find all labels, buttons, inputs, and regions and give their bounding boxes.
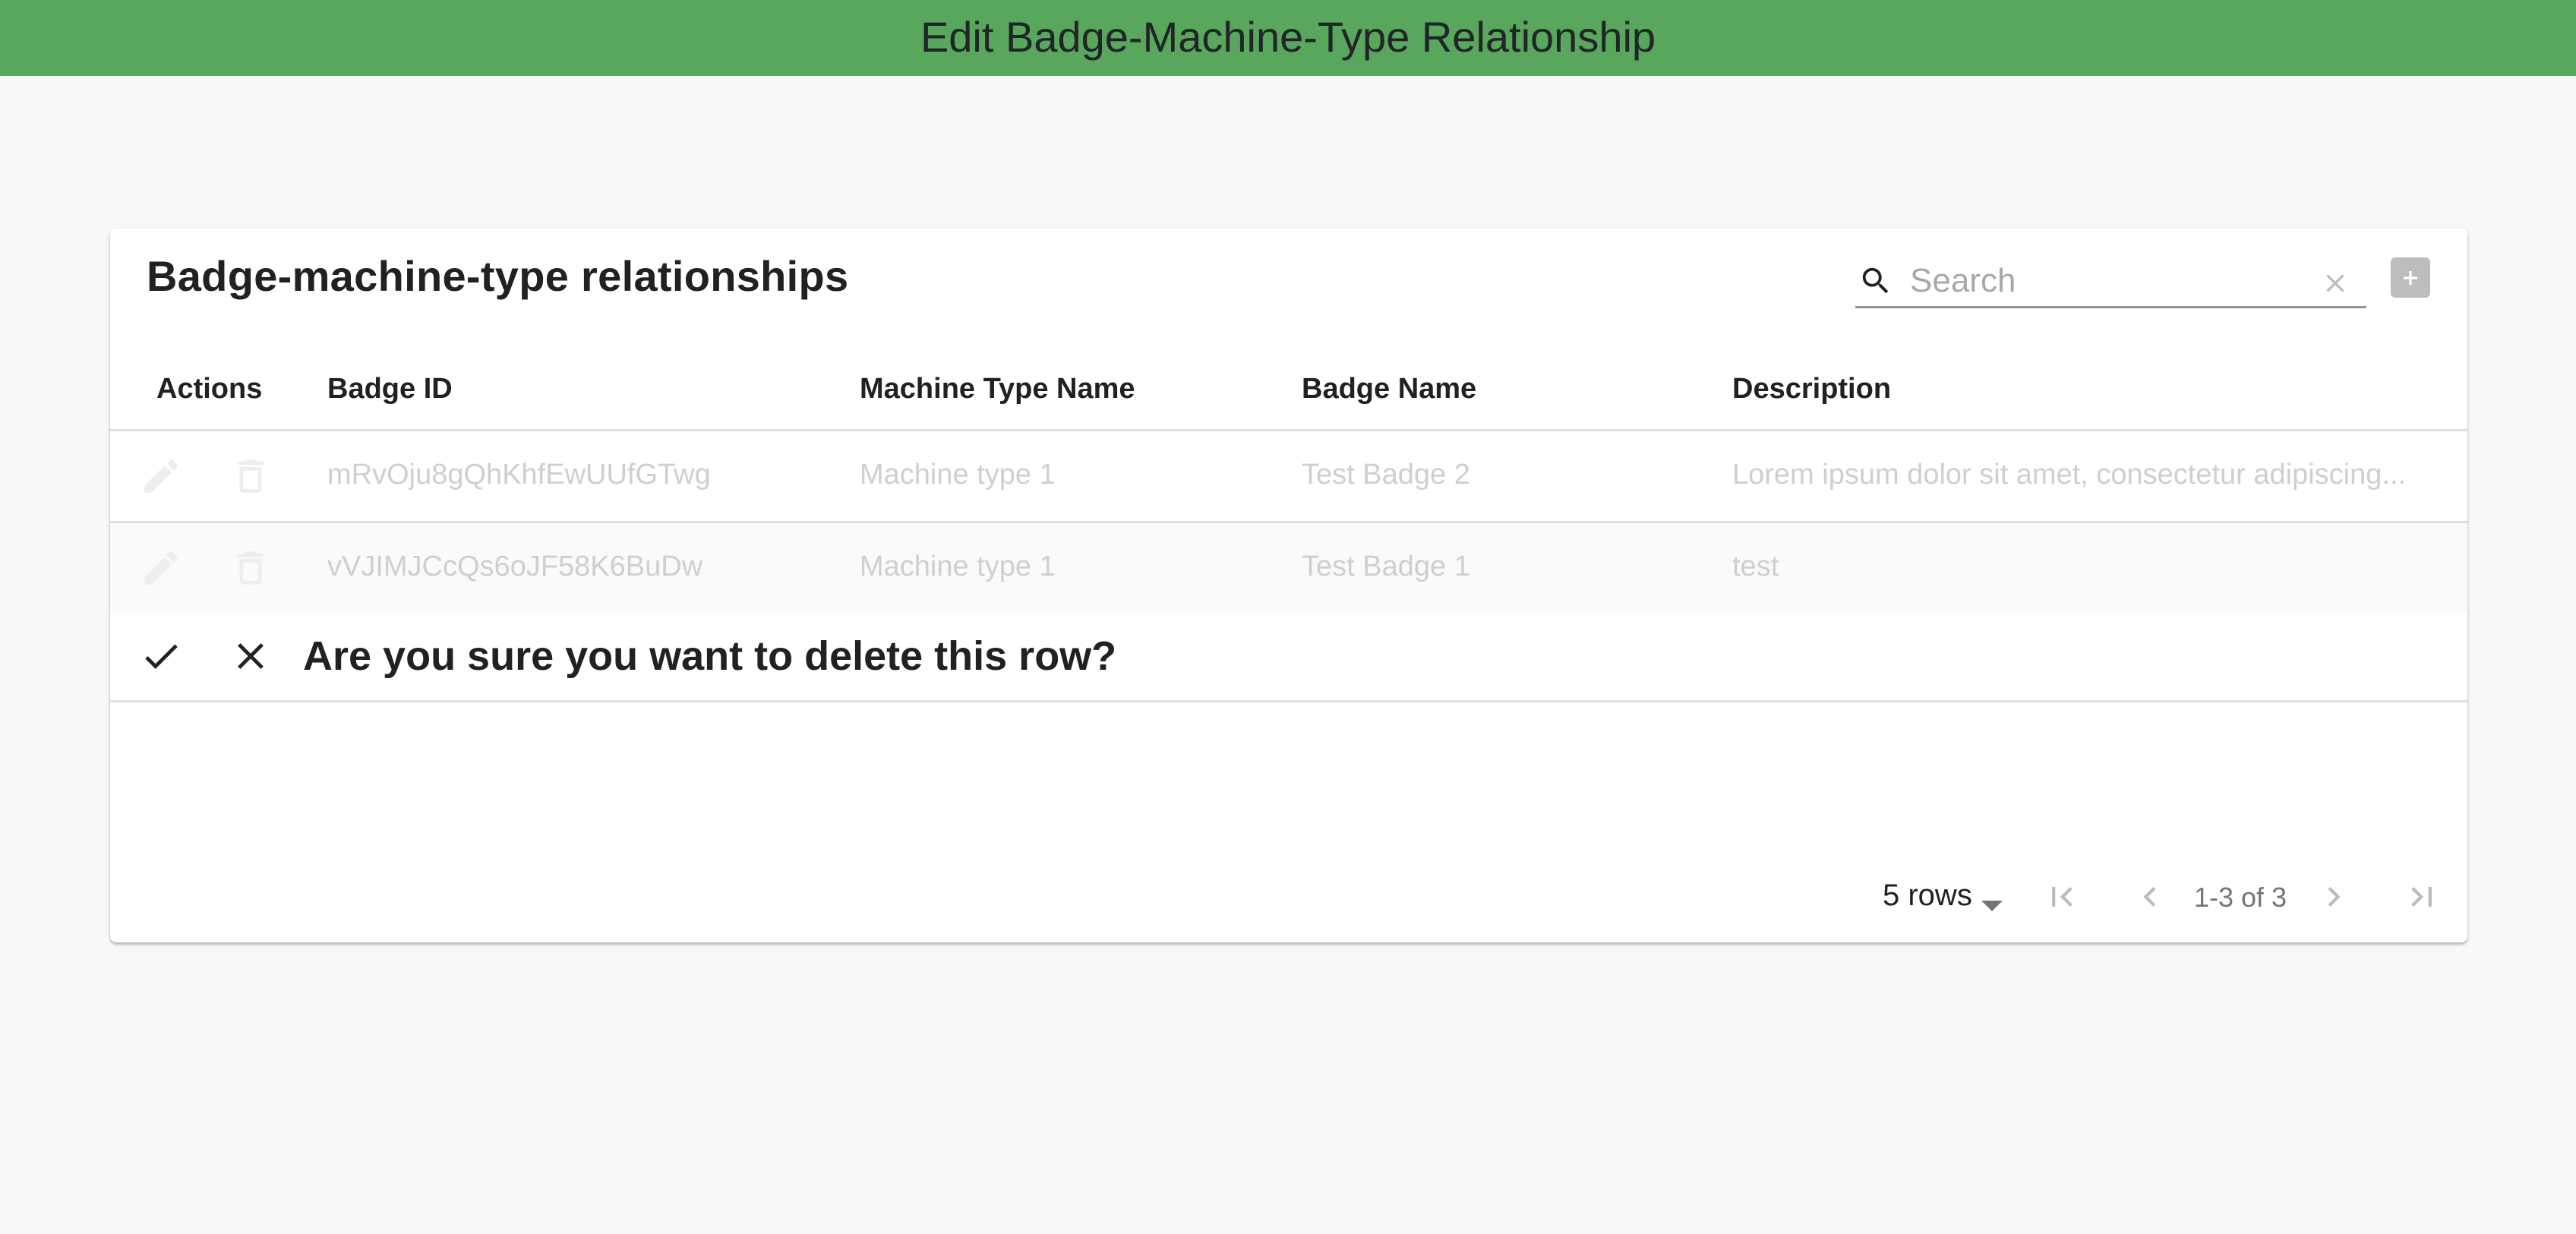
page-title: Edit Badge-Machine-Type Relationship xyxy=(920,12,1656,61)
edit-icon[interactable] xyxy=(139,454,183,498)
column-header-machine-type-name[interactable]: Machine Type Name xyxy=(860,373,1135,406)
table-title: Badge-machine-type relationships xyxy=(147,252,849,300)
cell-description: Lorem ipsum dolor sit amet, consectetur … xyxy=(1732,459,2407,491)
app-header: Edit Badge-Machine-Type Relationship xyxy=(0,0,2576,76)
last-page-icon[interactable] xyxy=(2402,877,2442,917)
plus-icon xyxy=(2403,270,2418,285)
table-header: Actions Badge ID Machine Type Name Badge… xyxy=(110,350,2467,431)
rows-per-page-select[interactable]: 5 rows xyxy=(1883,879,2003,913)
column-header-description[interactable]: Description xyxy=(1732,373,1891,406)
caret-down-icon xyxy=(1981,901,2003,911)
close-icon[interactable] xyxy=(229,634,273,678)
cell-machine-type-name: Machine type 1 xyxy=(860,459,1056,491)
cell-description: test xyxy=(1732,551,1779,582)
cell-machine-type-name: Machine type 1 xyxy=(860,551,1056,582)
pagination: 5 rows 1-3 of 3 xyxy=(110,859,2467,935)
search-icon xyxy=(1862,267,1889,294)
search-input[interactable] xyxy=(1910,260,2305,301)
delete-icon[interactable] xyxy=(229,454,273,498)
edit-icon[interactable] xyxy=(139,546,183,590)
table-row: mRvOju8gQhKhfEwUUfGTwg Machine type 1 Te… xyxy=(110,431,2467,523)
clear-search-icon[interactable] xyxy=(2320,268,2350,298)
add-row-button[interactable] xyxy=(2391,257,2430,298)
delete-confirmation-message: Are you sure you want to delete this row… xyxy=(303,633,1117,679)
column-header-badge-name[interactable]: Badge Name xyxy=(1302,373,1476,406)
first-page-icon[interactable] xyxy=(2042,877,2082,917)
column-header-badge-id[interactable]: Badge ID xyxy=(327,373,453,406)
rows-per-page-value: 5 rows xyxy=(1883,879,1972,912)
table-row: vVJIMJCcQs6oJF58K6BuDw Machine type 1 Te… xyxy=(110,523,2467,615)
search-field xyxy=(1855,257,2366,308)
cell-badge-name: Test Badge 2 xyxy=(1302,459,1470,491)
cell-badge-name: Test Badge 1 xyxy=(1302,551,1470,582)
cell-badge-id: vVJIMJCcQs6oJF58K6BuDw xyxy=(327,551,703,582)
column-header-actions: Actions xyxy=(156,373,263,405)
page-range: 1-3 of 3 xyxy=(2194,882,2287,913)
check-icon[interactable] xyxy=(139,634,183,678)
delete-icon[interactable] xyxy=(229,546,273,590)
delete-confirmation-row: Are you sure you want to delete this row… xyxy=(110,613,2467,702)
chevron-right-icon[interactable] xyxy=(2314,877,2353,917)
chevron-left-icon[interactable] xyxy=(2130,877,2170,917)
cell-badge-id: mRvOju8gQhKhfEwUUfGTwg xyxy=(327,459,711,491)
relationships-table-card: Badge-machine-type relationships Actions… xyxy=(110,229,2467,942)
